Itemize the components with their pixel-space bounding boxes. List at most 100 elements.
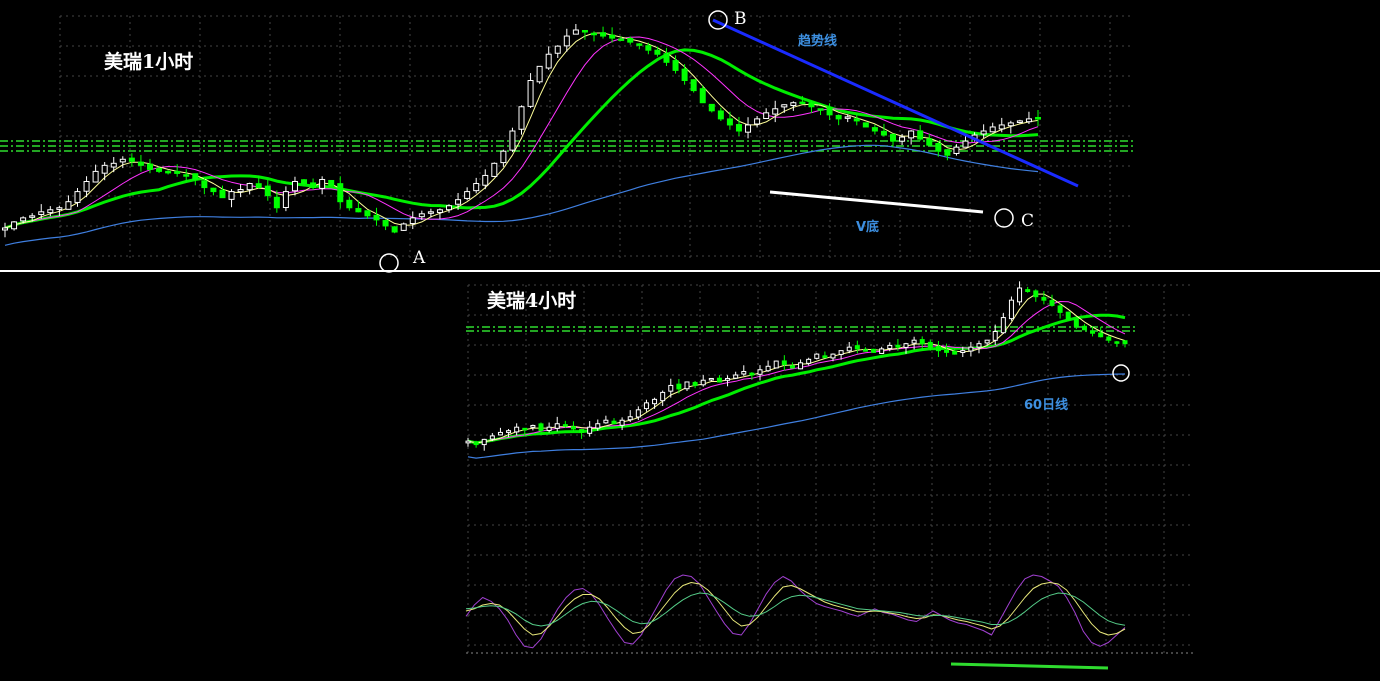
trendline-label: 趋势线 — [798, 33, 837, 49]
candle-body — [684, 381, 690, 390]
candle-body — [346, 199, 353, 209]
candle-body — [319, 178, 326, 189]
candle-body — [536, 65, 543, 83]
candle-body — [806, 358, 812, 364]
candle-body — [1000, 317, 1006, 334]
candle-body — [473, 183, 480, 192]
candle-body — [619, 419, 625, 426]
candle-body — [1041, 296, 1047, 301]
candle-body — [600, 32, 607, 37]
candle-body — [581, 30, 588, 33]
point-b-label: B — [734, 9, 747, 29]
four-hour-grid — [467, 284, 1193, 655]
candle-body — [757, 369, 763, 375]
candle-body — [301, 179, 308, 185]
candle-body — [953, 146, 960, 154]
candle-body — [968, 346, 974, 352]
candle-body — [772, 108, 779, 115]
four-hour-title: 美瑞4小时 — [487, 289, 576, 312]
candle-body — [652, 398, 658, 405]
candle-body — [1025, 289, 1031, 292]
candle-body — [917, 130, 924, 140]
candle-body — [546, 426, 552, 432]
candle-body — [464, 191, 471, 199]
candle-body — [489, 435, 495, 440]
candle-body — [491, 162, 498, 177]
candle-body — [749, 372, 755, 376]
candle-body — [146, 163, 153, 170]
candle-body — [911, 339, 917, 344]
candle-body — [992, 331, 998, 341]
candle-body — [92, 170, 99, 183]
candle-body — [611, 420, 617, 425]
candle-body — [587, 426, 593, 434]
point-a-marker — [379, 253, 399, 273]
candle-body — [773, 360, 779, 369]
candle-body — [219, 189, 226, 199]
candle-body — [887, 344, 893, 350]
candle-body — [926, 138, 933, 146]
ma60-label: 60日线 — [1024, 397, 1068, 413]
candle-body — [927, 341, 933, 348]
candle-body — [700, 379, 706, 386]
candle-body — [590, 32, 597, 36]
vbottom-label: V底 — [856, 219, 879, 235]
candle-body — [409, 217, 416, 225]
candle-body — [273, 196, 280, 209]
candle-body — [699, 88, 706, 104]
candle-body — [436, 209, 443, 213]
candle-body — [984, 339, 990, 344]
candle-body — [726, 118, 733, 126]
candle-body — [880, 130, 887, 136]
candle-body — [514, 426, 520, 433]
candle-body — [328, 179, 335, 187]
candle-body — [174, 170, 181, 174]
candle-body — [814, 353, 820, 359]
candle-body — [465, 440, 471, 444]
four-hour-moving-averages — [467, 293, 1126, 459]
point-a-label: A — [412, 248, 426, 268]
oscillator-line-3 — [465, 592, 1126, 627]
candle-body — [473, 441, 479, 446]
candle-body — [798, 362, 804, 370]
candle-body — [47, 209, 54, 214]
candle-body — [663, 53, 670, 63]
candle-body — [1114, 341, 1120, 344]
candle-body — [1008, 299, 1014, 320]
candle-body — [310, 182, 317, 189]
candle-body — [11, 221, 18, 230]
candle-body — [246, 183, 253, 191]
ma60-line — [4, 144, 1039, 246]
candle-body — [237, 189, 244, 193]
candle-body — [735, 124, 742, 132]
candle-body — [643, 402, 649, 410]
candle-body — [799, 101, 806, 105]
candle-body — [482, 174, 489, 186]
candle-body — [899, 136, 906, 142]
candle-body — [716, 377, 722, 383]
candle-body — [960, 350, 966, 353]
candle-body — [522, 427, 528, 431]
candle-body — [382, 220, 389, 227]
candle-body — [364, 210, 371, 217]
candle-body — [595, 423, 601, 429]
candle-body — [989, 126, 996, 133]
candle-body — [895, 344, 901, 348]
candle-body — [110, 162, 117, 168]
candle-body — [660, 391, 666, 402]
candle-body — [708, 377, 714, 381]
candle-body — [618, 38, 625, 41]
candle-body — [29, 215, 36, 218]
candle-body — [844, 116, 851, 119]
candle-body — [635, 409, 641, 418]
candle-body — [282, 191, 289, 209]
candle-body — [1122, 340, 1128, 345]
candle-body — [603, 419, 609, 424]
candle-body — [717, 110, 724, 120]
candle-body — [2, 227, 8, 231]
candle-body — [645, 45, 652, 51]
candle-body — [1090, 330, 1096, 334]
candle-body — [935, 345, 941, 352]
candle-body — [391, 226, 398, 233]
candle-body — [980, 130, 987, 135]
